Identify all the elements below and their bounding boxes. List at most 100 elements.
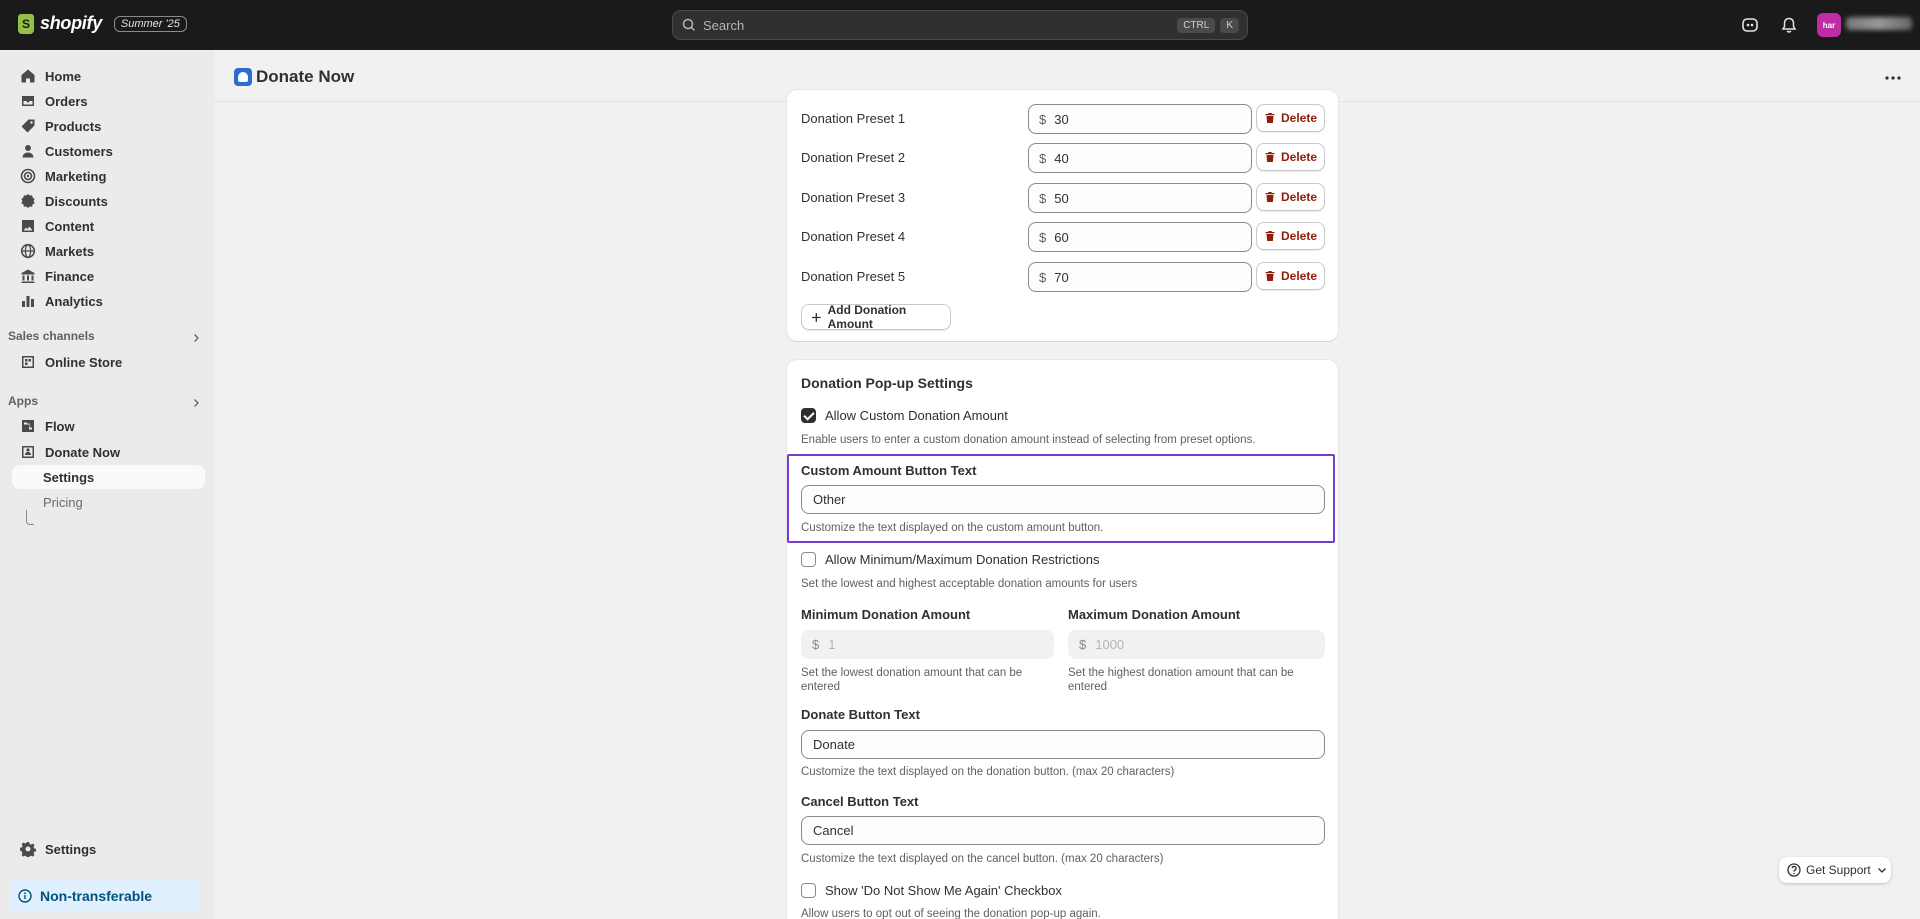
donate-button-text-help: Customize the text displayed on the dona… <box>801 766 1175 778</box>
shopify-logo[interactable]: shopify Summer '25 <box>18 13 187 34</box>
sidebar-item-content[interactable]: Content <box>12 214 205 238</box>
sidebar-item-label: Markets <box>45 243 95 259</box>
globe-icon <box>20 243 36 259</box>
avatar[interactable]: har <box>1817 13 1841 37</box>
delete-preset-button[interactable]: Delete <box>1256 262 1325 290</box>
preset-amount-input[interactable]: $60 <box>1028 222 1252 252</box>
cancel-button-text-help: Customize the text displayed on the canc… <box>801 853 1164 865</box>
shopify-bag-icon <box>18 13 34 34</box>
sidebar-item-orders[interactable]: Orders <box>12 89 205 113</box>
tag-icon <box>21 119 35 133</box>
gear-icon <box>20 842 36 857</box>
chevron-right-icon[interactable] <box>191 398 201 408</box>
custom-button-text-label: Custom Amount Button Text <box>801 463 977 478</box>
delete-label: Delete <box>1280 229 1318 243</box>
plus-icon <box>811 312 821 322</box>
bank-icon <box>21 269 35 283</box>
minmax-checkbox[interactable] <box>801 552 816 567</box>
currency-symbol: $ <box>1079 637 1087 652</box>
currency-symbol: $ <box>1039 111 1047 127</box>
store-name-blurred[interactable] <box>1846 17 1912 30</box>
top-bar: shopify Summer '25 Search CTRL K har <box>0 0 1920 50</box>
image-icon <box>22 220 34 232</box>
custom-button-text-input[interactable]: Other <box>801 485 1325 514</box>
sidebar-item-discounts[interactable]: Discounts <box>12 189 205 213</box>
sidebar-item-label: Home <box>45 68 82 84</box>
donate-button-text-input[interactable]: Donate <box>801 730 1325 759</box>
info-icon <box>18 889 32 903</box>
delete-preset-button[interactable]: Delete <box>1256 143 1325 171</box>
page-title: Donate Now <box>256 67 355 86</box>
currency-symbol: $ <box>812 637 820 652</box>
sidebar: Home Orders Products Customers Marketing… <box>0 50 215 919</box>
bar-chart-icon <box>22 296 34 307</box>
search-icon <box>682 18 696 32</box>
sidebar-item-markets[interactable]: Markets <box>12 239 205 263</box>
store-icon <box>22 356 34 368</box>
minmax-label: Allow Minimum/Maximum Donation Restricti… <box>825 552 1100 567</box>
sidebar-item-products[interactable]: Products <box>12 114 205 138</box>
shortcut-k: K <box>1220 17 1239 33</box>
preset-amount-input[interactable]: $30 <box>1028 104 1252 134</box>
sidebar-item-settings[interactable]: Settings <box>12 837 205 861</box>
dont-show-label: Show 'Do Not Show Me Again' Checkbox <box>825 883 1062 898</box>
sidebar-item-label: Orders <box>45 93 88 109</box>
preset-label: Donation Preset 2 <box>801 150 906 165</box>
bell-icon[interactable] <box>1780 16 1798 34</box>
sidebar-item-donate-now[interactable]: Donate Now <box>12 440 205 464</box>
non-transferable-label: Non-transferable <box>40 888 153 904</box>
preset-amount-input[interactable]: $40 <box>1028 143 1252 173</box>
sidebar-item-label: Analytics <box>45 293 103 309</box>
popup-settings-title: Donation Pop-up Settings <box>801 375 973 391</box>
currency-symbol: $ <box>1039 190 1047 206</box>
sidebar-item-home[interactable]: Home <box>12 64 205 88</box>
dont-show-checkbox[interactable] <box>801 883 816 898</box>
sidekick-icon[interactable] <box>1741 16 1759 34</box>
donate-now-app-icon <box>22 446 34 458</box>
cancel-button-text-input[interactable]: Cancel <box>801 816 1325 845</box>
trash-icon <box>1265 113 1275 123</box>
non-transferable-banner[interactable]: Non-transferable <box>10 880 199 912</box>
max-amount-help: Set the highest donation amount that can… <box>1068 667 1294 693</box>
search-bar[interactable]: Search CTRL K <box>672 10 1248 40</box>
allow-custom-help: Enable users to enter a custom donation … <box>801 434 1256 446</box>
delete-preset-button[interactable]: Delete <box>1256 183 1325 211</box>
min-amount-input[interactable]: $1 <box>801 630 1054 659</box>
sidebar-item-label: Flow <box>45 418 75 434</box>
sidebar-item-analytics[interactable]: Analytics <box>12 289 205 313</box>
delete-label: Delete <box>1280 190 1318 204</box>
preset-amount-input[interactable]: $50 <box>1028 183 1252 213</box>
help-circle-icon <box>1787 863 1801 877</box>
sidebar-item-flow[interactable]: Flow <box>12 414 205 438</box>
sidebar-subitem-settings[interactable]: Settings <box>12 465 205 489</box>
search-placeholder: Search <box>703 17 745 33</box>
get-support-button[interactable]: Get Support <box>1779 857 1891 883</box>
sidebar-subitem-pricing[interactable]: Pricing <box>12 490 205 514</box>
max-amount-input[interactable]: $1000 <box>1068 630 1325 659</box>
allow-custom-checkbox[interactable] <box>801 408 816 423</box>
sidebar-item-marketing[interactable]: Marketing <box>12 164 205 188</box>
sidebar-item-label: Marketing <box>45 168 107 184</box>
preset-amount-input[interactable]: $70 <box>1028 262 1252 292</box>
person-icon <box>22 145 34 158</box>
sidebar-item-finance[interactable]: Finance <box>12 264 205 288</box>
sidebar-item-online-store[interactable]: Online Store <box>12 350 205 374</box>
get-support-label: Get Support <box>1806 863 1871 877</box>
apps-heading: Apps <box>8 394 38 408</box>
sidebar-item-label: Online Store <box>45 354 123 370</box>
more-actions-icon[interactable] <box>1885 76 1901 80</box>
delete-preset-button[interactable]: Delete <box>1256 104 1325 132</box>
preset-value: 30 <box>1054 111 1069 127</box>
delete-preset-button[interactable]: Delete <box>1256 222 1325 250</box>
minmax-help: Set the lowest and highest acceptable do… <box>801 578 1138 590</box>
input-value: Donate <box>813 737 855 752</box>
input-value: Cancel <box>813 823 854 838</box>
chevron-right-icon[interactable] <box>191 333 201 343</box>
sidebar-item-label: Finance <box>45 268 95 284</box>
sidebar-item-label: Customers <box>45 143 113 159</box>
target-icon <box>20 168 36 184</box>
add-donation-amount-button[interactable]: Add Donation Amount <box>801 303 951 331</box>
preset-value: 40 <box>1054 150 1069 166</box>
edition-badge[interactable]: Summer '25 <box>113 15 187 32</box>
sidebar-item-customers[interactable]: Customers <box>12 139 205 163</box>
